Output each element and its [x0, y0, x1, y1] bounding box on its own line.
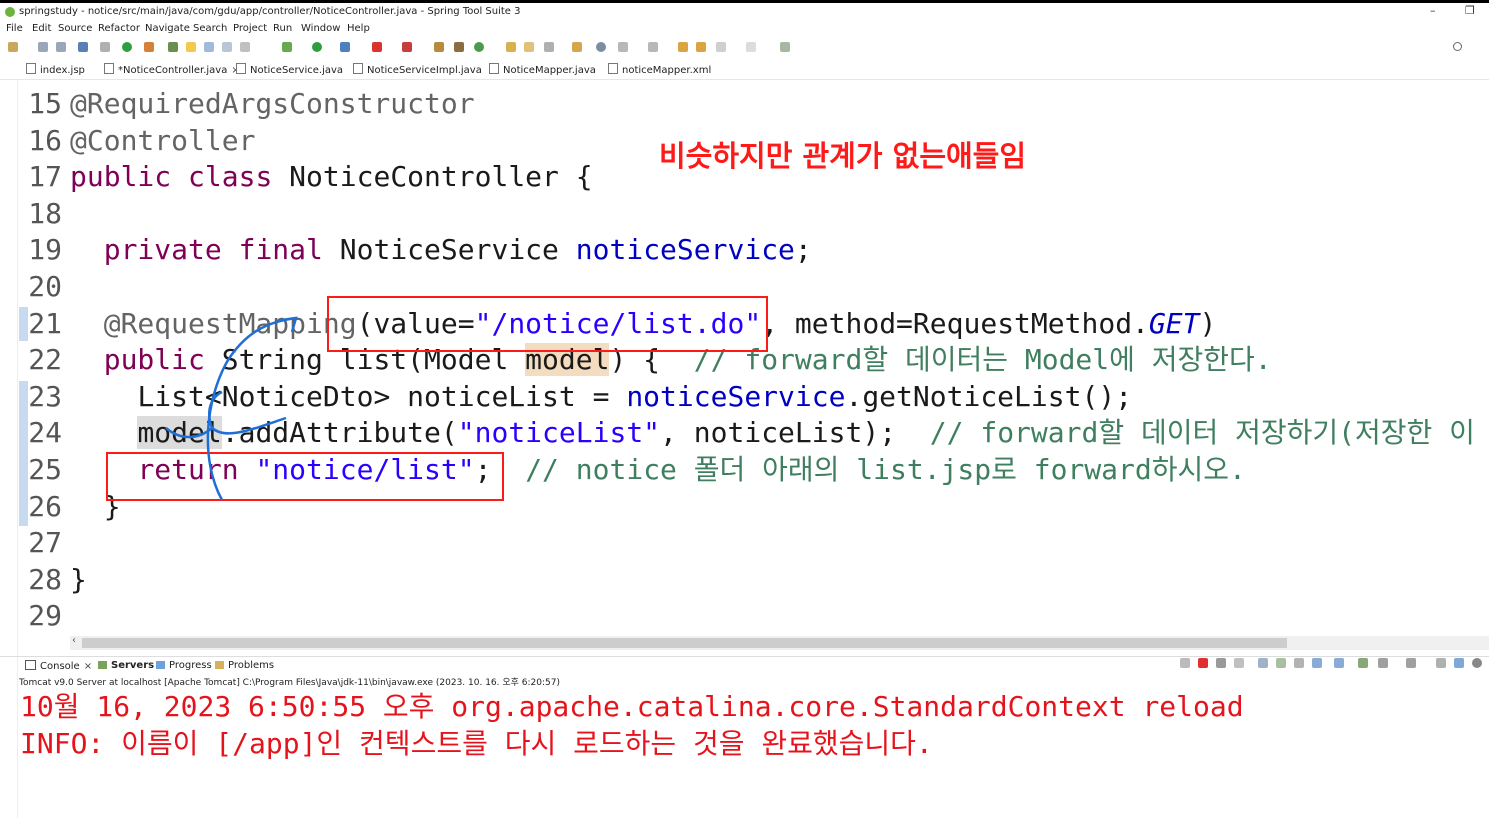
- pin-console-icon[interactable]: [1358, 658, 1368, 668]
- scroll-lock-icon[interactable]: [1276, 658, 1286, 668]
- tab-progress[interactable]: Progress: [156, 660, 212, 671]
- tab-servers[interactable]: Servers: [98, 660, 154, 671]
- clear-console-icon[interactable]: [1258, 658, 1268, 668]
- console-output[interactable]: 10월 16, 2023 6:50:55 오후 org.apache.catal…: [20, 688, 1244, 762]
- tab-label: Console: [40, 661, 80, 672]
- pen-stroke: [165, 416, 287, 439]
- servers-icon: [98, 661, 107, 669]
- tab-label: Progress: [169, 660, 212, 671]
- tab-problems[interactable]: Problems: [215, 660, 274, 671]
- minimize-view-icon[interactable]: [1436, 658, 1446, 668]
- show-on-output-icon[interactable]: [1312, 658, 1322, 668]
- console-line: INFO: 이름이 [/app]인 컨텍스트를 다시 로드하는 것을 완료했습니…: [20, 727, 933, 760]
- scrollbar-thumb[interactable]: [82, 638, 1287, 648]
- scroll-left-icon[interactable]: ‹: [72, 635, 76, 646]
- show-on-error-icon[interactable]: [1334, 658, 1344, 668]
- remove-all-icon[interactable]: [1234, 658, 1244, 668]
- maximize-view-icon[interactable]: [1454, 658, 1464, 668]
- close-icon[interactable]: ×: [84, 661, 92, 672]
- display-console-icon[interactable]: [1378, 658, 1388, 668]
- server-launch-info: Tomcat v9.0 Server at localhost [Apache …: [19, 678, 560, 688]
- open-console-icon[interactable]: [1406, 658, 1416, 668]
- arrow-head: [281, 316, 298, 333]
- tab-console[interactable]: Console ×: [25, 660, 92, 672]
- word-wrap-icon[interactable]: [1294, 658, 1304, 668]
- remove-launch-icon[interactable]: [1216, 658, 1226, 668]
- editor-horizontal-scrollbar[interactable]: ‹: [70, 635, 1489, 650]
- pen-stroke: [206, 316, 297, 501]
- tab-label: Problems: [228, 660, 275, 671]
- console-line: 10월 16, 2023 6:50:55 오후 org.apache.catal…: [20, 690, 1244, 723]
- terminate-icon[interactable]: [1198, 658, 1208, 668]
- gear-icon[interactable]: [1472, 658, 1482, 668]
- disconnect-icon[interactable]: [1180, 658, 1190, 668]
- console-icon: [25, 660, 36, 670]
- tab-label: Servers: [111, 660, 155, 671]
- problems-icon: [215, 661, 224, 669]
- progress-icon: [156, 661, 165, 669]
